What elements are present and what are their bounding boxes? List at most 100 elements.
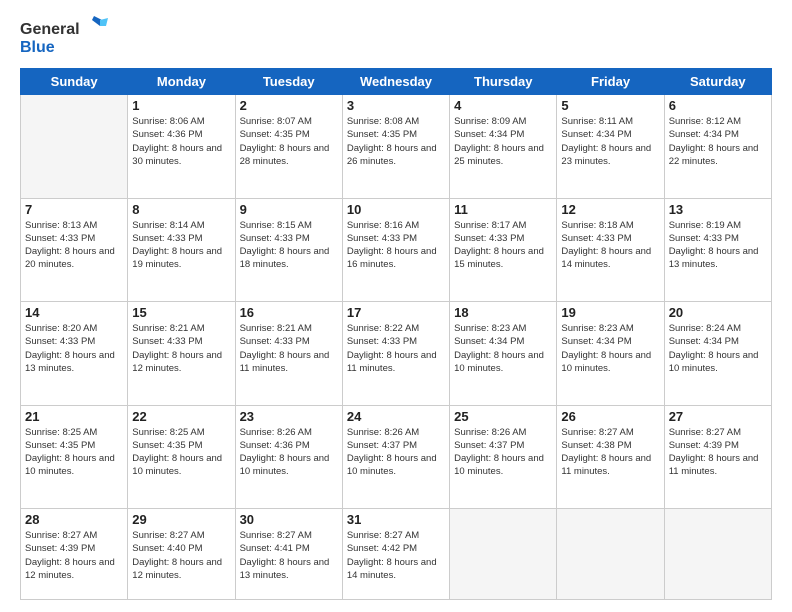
- calendar-cell: [664, 509, 771, 600]
- calendar-cell: 31 Sunrise: 8:27 AM Sunset: 4:42 PM Dayli…: [342, 509, 449, 600]
- day-info: Sunrise: 8:27 AM Sunset: 4:42 PM Dayligh…: [347, 529, 445, 582]
- day-number: 20: [669, 305, 767, 320]
- day-number: 13: [669, 202, 767, 217]
- day-number: 30: [240, 512, 338, 527]
- day-info: Sunrise: 8:23 AM Sunset: 4:34 PM Dayligh…: [454, 322, 552, 375]
- calendar-cell: 1 Sunrise: 8:06 AM Sunset: 4:36 PM Daylig…: [128, 95, 235, 199]
- day-number: 6: [669, 98, 767, 113]
- day-number: 24: [347, 409, 445, 424]
- calendar-cell: 10 Sunrise: 8:16 AM Sunset: 4:33 PM Dayli…: [342, 198, 449, 302]
- day-info: Sunrise: 8:13 AM Sunset: 4:33 PM Dayligh…: [25, 219, 123, 272]
- calendar-header-row: SundayMondayTuesdayWednesdayThursdayFrid…: [21, 69, 772, 95]
- day-number: 12: [561, 202, 659, 217]
- header: General Blue: [20, 16, 772, 58]
- day-info: Sunrise: 8:22 AM Sunset: 4:33 PM Dayligh…: [347, 322, 445, 375]
- day-info: Sunrise: 8:16 AM Sunset: 4:33 PM Dayligh…: [347, 219, 445, 272]
- day-info: Sunrise: 8:26 AM Sunset: 4:37 PM Dayligh…: [454, 426, 552, 479]
- calendar-cell: 26 Sunrise: 8:27 AM Sunset: 4:38 PM Dayli…: [557, 405, 664, 509]
- calendar-cell: 12 Sunrise: 8:18 AM Sunset: 4:33 PM Dayli…: [557, 198, 664, 302]
- day-number: 17: [347, 305, 445, 320]
- calendar-header-tuesday: Tuesday: [235, 69, 342, 95]
- day-info: Sunrise: 8:26 AM Sunset: 4:37 PM Dayligh…: [347, 426, 445, 479]
- day-info: Sunrise: 8:27 AM Sunset: 4:41 PM Dayligh…: [240, 529, 338, 582]
- day-number: 14: [25, 305, 123, 320]
- calendar-cell: 17 Sunrise: 8:22 AM Sunset: 4:33 PM Dayli…: [342, 302, 449, 406]
- day-info: Sunrise: 8:20 AM Sunset: 4:33 PM Dayligh…: [25, 322, 123, 375]
- day-number: 18: [454, 305, 552, 320]
- calendar-cell: 4 Sunrise: 8:09 AM Sunset: 4:34 PM Daylig…: [450, 95, 557, 199]
- calendar-cell: [557, 509, 664, 600]
- calendar-cell: 3Sunrise: 8:08 AM Sunset: 4:35 PM Daylig…: [342, 95, 449, 199]
- calendar-cell: 5Sunrise: 8:11 AM Sunset: 4:34 PM Daylig…: [557, 95, 664, 199]
- day-info: Sunrise: 8:15 AM Sunset: 4:33 PM Dayligh…: [240, 219, 338, 272]
- svg-text:General: General: [20, 21, 80, 38]
- calendar-cell: 30 Sunrise: 8:27 AM Sunset: 4:41 PM Dayli…: [235, 509, 342, 600]
- calendar-cell: 11 Sunrise: 8:17 AM Sunset: 4:33 PM Dayli…: [450, 198, 557, 302]
- day-number: 3: [347, 98, 445, 113]
- svg-text:Blue: Blue: [20, 39, 55, 56]
- day-info: Sunrise: 8:27 AM Sunset: 4:39 PM Dayligh…: [669, 426, 767, 479]
- calendar-cell: 25 Sunrise: 8:26 AM Sunset: 4:37 PM Dayli…: [450, 405, 557, 509]
- day-number: 31: [347, 512, 445, 527]
- calendar-cell: 29 Sunrise: 8:27 AM Sunset: 4:40 PM Dayli…: [128, 509, 235, 600]
- day-info: Sunrise: 8:27 AM Sunset: 4:39 PM Dayligh…: [25, 529, 123, 582]
- day-info: Sunrise: 8:21 AM Sunset: 4:33 PM Dayligh…: [240, 322, 338, 375]
- calendar-cell: 27 Sunrise: 8:27 AM Sunset: 4:39 PM Dayli…: [664, 405, 771, 509]
- calendar-cell: 9 Sunrise: 8:15 AM Sunset: 4:33 PM Daylig…: [235, 198, 342, 302]
- day-number: 9: [240, 202, 338, 217]
- calendar-header-sunday: Sunday: [21, 69, 128, 95]
- day-info: Sunrise: 8:09 AM Sunset: 4:34 PM Dayligh…: [454, 115, 552, 168]
- day-number: 27: [669, 409, 767, 424]
- day-info: Sunrise: 8:26 AM Sunset: 4:36 PM Dayligh…: [240, 426, 338, 479]
- calendar-cell: 7 Sunrise: 8:13 AM Sunset: 4:33 PM Daylig…: [21, 198, 128, 302]
- day-info: Sunrise: 8:19 AM Sunset: 4:33 PM Dayligh…: [669, 219, 767, 272]
- day-info: Sunrise: 8:24 AM Sunset: 4:34 PM Dayligh…: [669, 322, 767, 375]
- calendar-table: SundayMondayTuesdayWednesdayThursdayFrid…: [20, 68, 772, 600]
- day-info: Sunrise: 8:06 AM Sunset: 4:36 PM Dayligh…: [132, 115, 230, 168]
- day-number: 15: [132, 305, 230, 320]
- day-info: Sunrise: 8:27 AM Sunset: 4:40 PM Dayligh…: [132, 529, 230, 582]
- calendar-cell: 20 Sunrise: 8:24 AM Sunset: 4:34 PM Dayli…: [664, 302, 771, 406]
- day-info: Sunrise: 8:23 AM Sunset: 4:34 PM Dayligh…: [561, 322, 659, 375]
- calendar-cell: [450, 509, 557, 600]
- day-number: 8: [132, 202, 230, 217]
- day-info: Sunrise: 8:21 AM Sunset: 4:33 PM Dayligh…: [132, 322, 230, 375]
- day-number: 25: [454, 409, 552, 424]
- calendar-cell: 18 Sunrise: 8:23 AM Sunset: 4:34 PM Dayli…: [450, 302, 557, 406]
- calendar-cell: 21 Sunrise: 8:25 AM Sunset: 4:35 PM Dayli…: [21, 405, 128, 509]
- calendar-cell: 24 Sunrise: 8:26 AM Sunset: 4:37 PM Dayli…: [342, 405, 449, 509]
- calendar-cell: 19 Sunrise: 8:23 AM Sunset: 4:34 PM Dayli…: [557, 302, 664, 406]
- day-number: 19: [561, 305, 659, 320]
- calendar-cell: 8 Sunrise: 8:14 AM Sunset: 4:33 PM Daylig…: [128, 198, 235, 302]
- day-info: Sunrise: 8:12 AM Sunset: 4:34 PM Dayligh…: [669, 115, 767, 168]
- logo: General Blue: [20, 16, 110, 58]
- day-number: 21: [25, 409, 123, 424]
- calendar-header-friday: Friday: [557, 69, 664, 95]
- day-number: 22: [132, 409, 230, 424]
- day-number: 1: [132, 98, 230, 113]
- calendar-header-monday: Monday: [128, 69, 235, 95]
- day-info: Sunrise: 8:11 AM Sunset: 4:34 PM Dayligh…: [561, 115, 659, 168]
- day-number: 11: [454, 202, 552, 217]
- day-number: 23: [240, 409, 338, 424]
- calendar-cell: 28 Sunrise: 8:27 AM Sunset: 4:39 PM Dayli…: [21, 509, 128, 600]
- calendar-cell: 14 Sunrise: 8:20 AM Sunset: 4:33 PM Dayli…: [21, 302, 128, 406]
- day-number: 2: [240, 98, 338, 113]
- day-info: Sunrise: 8:17 AM Sunset: 4:33 PM Dayligh…: [454, 219, 552, 272]
- day-number: 7: [25, 202, 123, 217]
- day-number: 29: [132, 512, 230, 527]
- day-number: 4: [454, 98, 552, 113]
- calendar-header-thursday: Thursday: [450, 69, 557, 95]
- day-info: Sunrise: 8:27 AM Sunset: 4:38 PM Dayligh…: [561, 426, 659, 479]
- calendar-cell: 13 Sunrise: 8:19 AM Sunset: 4:33 PM Dayli…: [664, 198, 771, 302]
- page: General Blue SundayMondayTuesdayWednesda…: [0, 0, 792, 612]
- day-number: 10: [347, 202, 445, 217]
- day-number: 26: [561, 409, 659, 424]
- day-number: 28: [25, 512, 123, 527]
- day-info: Sunrise: 8:18 AM Sunset: 4:33 PM Dayligh…: [561, 219, 659, 272]
- day-info: Sunrise: 8:25 AM Sunset: 4:35 PM Dayligh…: [25, 426, 123, 479]
- calendar-cell: 16Sunrise: 8:21 AM Sunset: 4:33 PM Dayli…: [235, 302, 342, 406]
- day-info: Sunrise: 8:14 AM Sunset: 4:33 PM Dayligh…: [132, 219, 230, 272]
- day-info: Sunrise: 8:07 AM Sunset: 4:35 PM Dayligh…: [240, 115, 338, 168]
- calendar-cell: 6 Sunrise: 8:12 AM Sunset: 4:34 PM Daylig…: [664, 95, 771, 199]
